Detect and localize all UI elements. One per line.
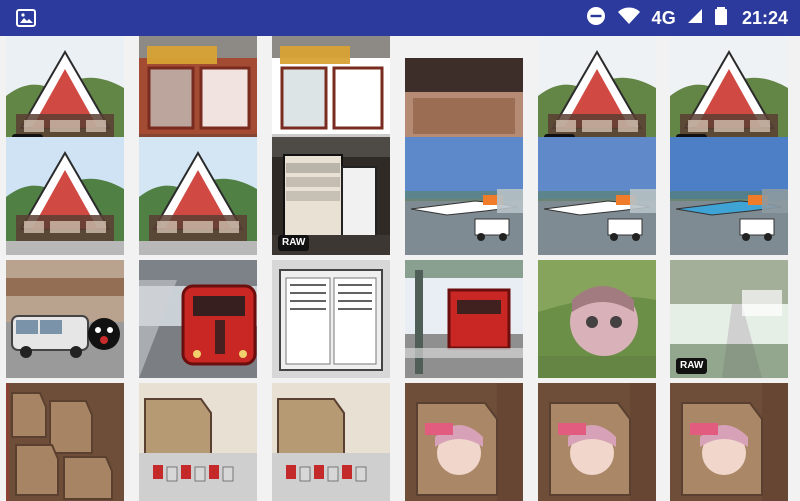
photo-art [405,383,523,501]
photo-thumb[interactable] [405,137,523,255]
photo-thumb[interactable] [538,383,656,501]
photo-art [538,383,656,501]
photo-art [139,260,257,378]
photo-thumb[interactable] [6,260,124,378]
photo-thumb[interactable] [139,383,257,501]
photo-art [538,137,656,255]
photo-thumb[interactable] [6,383,124,501]
photo-art [670,137,788,255]
photo-art [6,383,124,501]
network-type: 4G [651,7,676,28]
photo-art [538,260,656,378]
photo-art [6,260,124,378]
photo-thumb[interactable] [139,137,257,255]
photo-art [405,260,523,378]
status-right: 4G 21:24 [586,0,788,36]
photo-thumb[interactable] [405,260,523,378]
time: 21:24 [741,7,788,28]
photo-thumb[interactable] [670,137,788,255]
photo-thumb[interactable] [272,260,390,378]
photo-thumb[interactable] [538,137,656,255]
photo-thumb[interactable]: RAW [272,137,390,255]
photo-thumb[interactable] [272,383,390,501]
signal-icon [686,7,704,30]
photo-art [272,383,390,501]
photo-art [139,383,257,501]
photo-thumb[interactable] [538,260,656,378]
photo-art [139,137,257,255]
photo-art [6,137,124,255]
photo-thumb[interactable] [670,383,788,501]
battery-icon [714,6,728,31]
raw-badge: RAW [278,235,310,251]
status-bar: 4G 21:24 [0,0,800,36]
photo-thumb[interactable]: RAW [670,260,788,378]
photo-art [405,137,523,255]
gallery-icon [16,8,36,28]
photo-thumb[interactable] [405,383,523,501]
raw-badge: RAW [676,358,708,374]
wifi-icon [616,6,642,31]
photo-art [670,383,788,501]
photo-grid: RAW RAW [0,36,800,501]
photo-thumb[interactable] [139,260,257,378]
do-not-disturb-icon [586,6,606,31]
photo-thumb[interactable] [6,137,124,255]
photo-art [272,260,390,378]
